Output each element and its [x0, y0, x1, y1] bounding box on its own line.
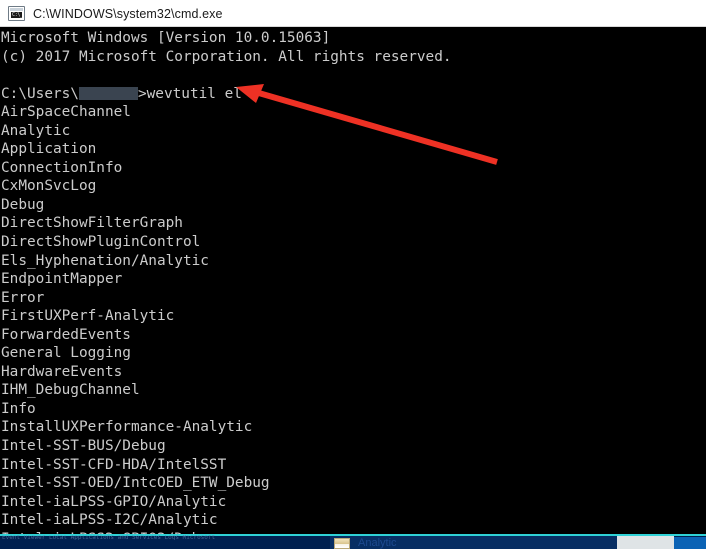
window-title: C:\WINDOWS\system32\cmd.exe — [33, 6, 223, 21]
console-line-log-19: Intel-SST-BUS/Debug — [1, 438, 166, 455]
console-line-log-9: Els_Hyphenation/Analytic — [1, 252, 209, 269]
background-window-titlebar[interactable]: Analytic — [330, 536, 630, 549]
console-line-log-16: IHM_DebugChannel — [1, 382, 140, 399]
console-line-log-8: DirectShowPluginControl — [1, 234, 201, 251]
console-line-log-2: Analytic — [1, 122, 71, 139]
console-line-log-10: EndpointMapper — [1, 271, 123, 288]
console-line-log-3: Application — [1, 141, 97, 158]
console-line-banner-copyright: (c) 2017 Microsoft Corporation. All righ… — [1, 48, 452, 65]
console-line-log-12: FirstUXPerf-Analytic — [1, 308, 175, 325]
background-panel — [617, 536, 674, 549]
background-window-strip[interactable]: Event Viewer Local Applications and Serv… — [0, 534, 706, 549]
background-window-ghost-text: Event Viewer Local Applications and Serv… — [2, 535, 216, 540]
console-line-banner-version: Microsoft Windows [Version 10.0.15063] — [1, 30, 331, 46]
console-line-log-17: Info — [1, 400, 36, 417]
window-titlebar[interactable]: C:\_ C:\WINDOWS\system32\cmd.exe — [0, 0, 706, 27]
console-line-log-18: InstallUXPerformance-Analytic — [1, 419, 253, 436]
console-line-log-20: Intel-SST-CFD-HDA/IntelSST — [1, 456, 227, 473]
console-line-log-6: Debug — [1, 196, 45, 213]
console-line-log-22: Intel-iaLPSS-GPIO/Analytic — [1, 493, 227, 510]
console-line-log-5: CxMonSvcLog — [1, 178, 97, 195]
console-line-log-13: ForwardedEvents — [1, 326, 131, 343]
console-line-list: Microsoft Windows [Version 10.0.15063] (c… — [0, 29, 706, 534]
console-line-log-23: Intel-iaLPSS-I2C/Analytic — [1, 512, 218, 529]
console-line-log-7: DirectShowFilterGraph — [1, 215, 183, 232]
background-window-label: Analytic — [358, 537, 397, 549]
prompt-path-prefix: C:\Users\ — [1, 85, 79, 102]
console-line-prompt-command: C:\Users\ >wevtutil el — [0, 85, 706, 104]
redacted-username-block — [78, 86, 138, 100]
console-line-log-21: Intel-SST-OED/IntcOED_ETW_Debug — [1, 475, 270, 492]
cmd-icon-screen-glyph: C:\_ — [11, 12, 22, 18]
console-line-log-4: ConnectionInfo — [1, 159, 123, 176]
console-line-blank-1 — [0, 66, 706, 85]
folder-icon — [334, 538, 350, 549]
console-output-area[interactable]: Microsoft Windows [Version 10.0.15063] (c… — [0, 27, 706, 534]
background-panel-button[interactable] — [674, 537, 706, 549]
console-line-log-11: Error — [1, 289, 45, 306]
prompt-typed-command: >wevtutil el — [137, 85, 242, 102]
console-line-log-14: General Logging — [1, 345, 131, 362]
console-line-log-15: HardwareEvents — [1, 363, 123, 380]
console-line-log-1: AirSpaceChannel — [1, 104, 131, 121]
cmd-window-icon: C:\_ — [8, 6, 25, 21]
cmd-icon-titlebar-stripe — [10, 8, 23, 11]
